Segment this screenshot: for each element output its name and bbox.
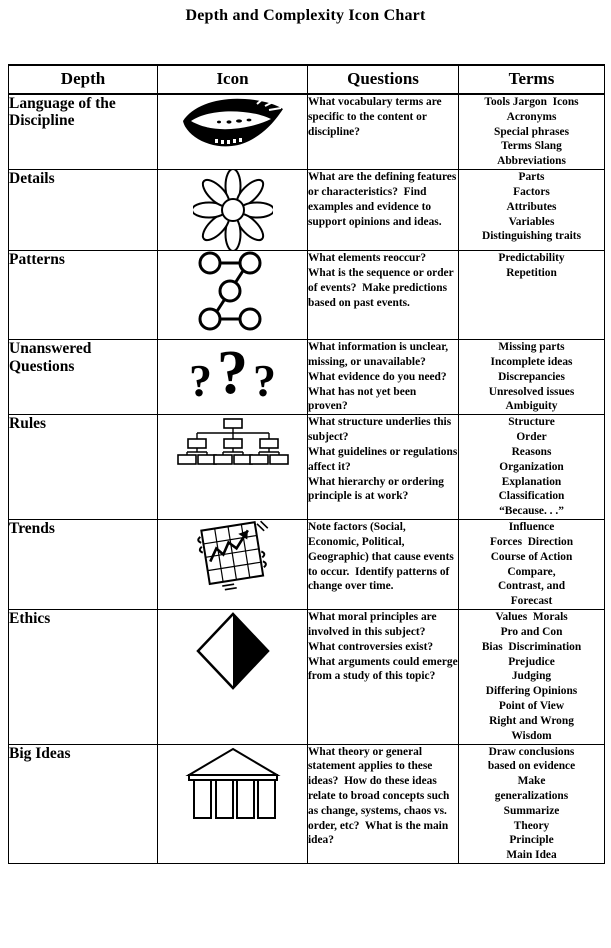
icon-cell <box>157 609 308 745</box>
terms-value: Parts Factors Attributes Variables Disti… <box>481 171 582 243</box>
depth-label: Patterns <box>8 250 158 341</box>
icon-cell: ? ? ? <box>157 339 308 416</box>
table-header-row: Depth Icon Questions Terms <box>8 64 605 95</box>
terms-text: Draw conclusions based on evidence Make … <box>458 743 605 865</box>
table-row: Ethics What moral principles are involve… <box>8 609 605 745</box>
lips-icon <box>182 96 283 147</box>
connected-circles-icon <box>198 251 261 331</box>
questions-text: What vocabulary terms are specific to th… <box>307 93 459 171</box>
depth-label: Ethics <box>8 609 158 745</box>
org-chart-icon <box>176 418 289 466</box>
terms-text: Parts Factors Attributes Variables Disti… <box>458 169 605 252</box>
depth-label: Rules <box>8 414 158 521</box>
terms-text: Predictability Repetition <box>458 250 605 341</box>
depth-complexity-table: Depth Icon Questions Terms Language of t… <box>8 64 605 865</box>
terms-value: Draw conclusions based on evidence Make … <box>487 745 576 862</box>
column-header-terms: Terms <box>458 64 605 95</box>
questions-text: What structure underlies this subject? W… <box>307 414 459 521</box>
terms-value: Predictability Repetition <box>498 252 565 279</box>
depth-label: Details <box>8 169 158 252</box>
icon-cell <box>157 743 308 865</box>
questions-value: What elements reoccur? What is the seque… <box>308 252 457 309</box>
table-row: Details What are the defining features o… <box>8 169 605 252</box>
depth-label: Trends <box>8 519 158 611</box>
table-row: Big Ideas What theory or general stateme… <box>8 743 605 865</box>
terms-value: Structure Order Reasons Organization Exp… <box>498 416 565 518</box>
icon-cell <box>157 169 308 252</box>
terms-text: Values Morals Pro and Con Bias Discrimin… <box>458 609 605 745</box>
terms-text: Tools Jargon Icons Acronyms Special phra… <box>458 93 605 171</box>
column-header-depth: Depth <box>8 64 158 95</box>
table-row: Trends Note factors (Social, Economic, P… <box>8 519 605 611</box>
question-marks-icon: ? ? ? <box>158 340 307 404</box>
questions-value: What information is unclear, missing, or… <box>308 341 453 413</box>
table-row: Rules What structure underlies this subj… <box>8 414 605 521</box>
page-root: Depth and Complexity Icon Chart Depth Ic… <box>0 0 611 948</box>
depth-label: Unanswered Questions <box>8 339 158 416</box>
column-header-questions: Questions <box>307 64 459 95</box>
question-mark-right: ? <box>253 355 276 407</box>
questions-value: What moral principles are involved in th… <box>308 611 461 683</box>
question-mark-center: ? <box>217 339 248 408</box>
questions-value: What vocabulary terms are specific to th… <box>308 96 445 138</box>
half-shaded-diamond-icon <box>195 612 270 690</box>
icon-cell <box>157 250 308 341</box>
column-header-icon: Icon <box>157 64 308 95</box>
questions-value: What theory or general statement applies… <box>308 745 453 847</box>
questions-value: What structure underlies this subject? W… <box>308 416 458 503</box>
terms-text: Missing parts Incomplete ideas Discrepan… <box>458 339 605 416</box>
flower-icon <box>192 170 273 251</box>
questions-text: What are the defining features or charac… <box>307 169 460 252</box>
table-row: Unanswered Questions ? ? ? What informat… <box>8 339 605 416</box>
questions-text: What elements reoccur? What is the seque… <box>307 250 459 341</box>
terms-value: Missing parts Incomplete ideas Discrepan… <box>488 341 575 413</box>
questions-text: Note factors (Social, Economic, Politica… <box>307 519 459 611</box>
icon-cell <box>157 93 308 171</box>
icon-cell <box>157 414 308 521</box>
questions-text: What information is unclear, missing, or… <box>307 339 459 416</box>
table-row: Patterns What elements reoccur? What is … <box>8 250 605 341</box>
terms-value: Influence Forces Direction Course of Act… <box>489 521 574 608</box>
temple-icon <box>184 747 281 819</box>
questions-text: What moral principles are involved in th… <box>307 609 461 745</box>
page-title: Depth and Complexity Icon Chart <box>185 7 426 24</box>
icon-cell <box>157 519 308 611</box>
terms-value: Values Morals Pro and Con Bias Discrimin… <box>481 611 582 742</box>
depth-label: Language of the Discipline <box>8 93 158 171</box>
graph-arrow-icon <box>196 520 268 591</box>
terms-text: Structure Order Reasons Organization Exp… <box>458 414 605 521</box>
terms-text: Influence Forces Direction Course of Act… <box>458 519 605 611</box>
table-row: Language of the Discipline What vocabula… <box>8 93 605 171</box>
question-mark-left: ? <box>189 355 212 407</box>
questions-text: What theory or general statement applies… <box>307 743 459 865</box>
questions-value: What are the defining features or charac… <box>308 171 460 228</box>
terms-value: Tools Jargon Icons Acronyms Special phra… <box>484 96 579 168</box>
questions-value: Note factors (Social, Economic, Politica… <box>308 521 457 593</box>
depth-label: Big Ideas <box>8 743 158 865</box>
